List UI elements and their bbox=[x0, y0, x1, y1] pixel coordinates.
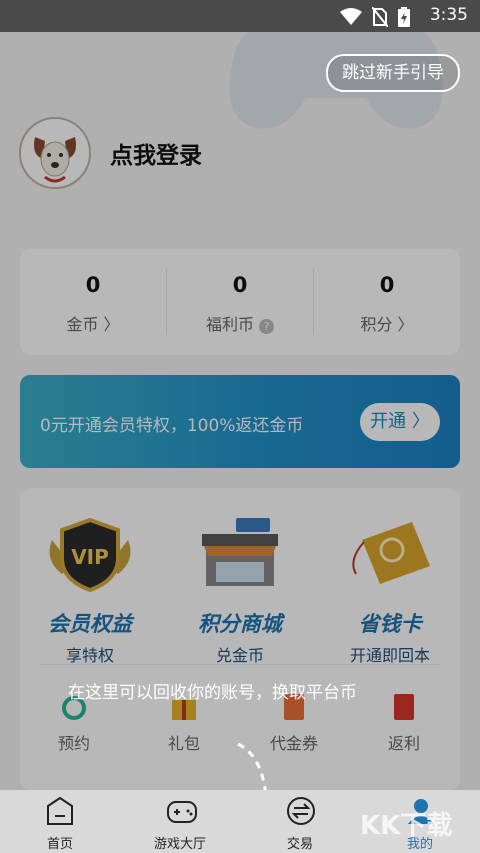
tab-home-label: 首页 bbox=[46, 837, 73, 852]
tab-game-hall-label: 游戏大厅 bbox=[153, 837, 206, 852]
tab-trade-label: 交易 bbox=[286, 837, 313, 852]
wifi-icon bbox=[340, 8, 362, 25]
tab-trade[interactable]: 交易 bbox=[252, 790, 348, 853]
home-icon bbox=[47, 796, 73, 825]
status-time: 3:35 bbox=[429, 5, 468, 25]
guide-overlay[interactable] bbox=[0, 32, 480, 790]
no-sim-icon bbox=[372, 7, 388, 27]
status-icons bbox=[340, 7, 410, 27]
battery-charging-icon bbox=[398, 7, 410, 27]
exchange-icon bbox=[287, 797, 315, 825]
guide-tip: 在这里可以回收你的账号，换取平台币 bbox=[68, 683, 357, 703]
gamepad-icon bbox=[167, 801, 197, 823]
skip-guide-button[interactable]: 跳过新手引导 bbox=[326, 54, 460, 92]
watermark: KK下载 bbox=[360, 811, 453, 841]
status-bar: 3:35 bbox=[0, 0, 480, 32]
tab-game-hall[interactable]: 游戏大厅 bbox=[132, 790, 228, 853]
tab-home[interactable]: 首页 bbox=[12, 790, 108, 853]
